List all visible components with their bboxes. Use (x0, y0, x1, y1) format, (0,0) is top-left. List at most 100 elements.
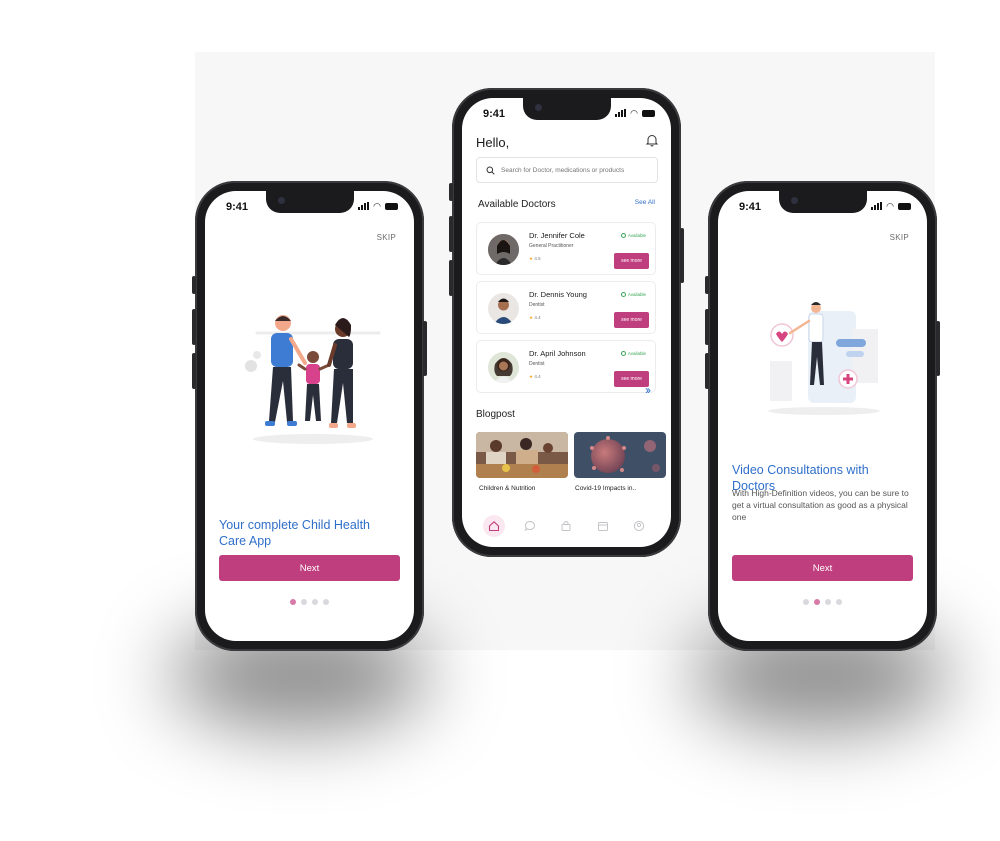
search-input[interactable] (501, 166, 651, 174)
status-icons: ◠ (358, 201, 398, 211)
side-button (449, 260, 453, 296)
page-indicator (718, 599, 927, 605)
status-time: 9:41 (483, 108, 506, 120)
availability-label: Available (627, 233, 646, 238)
star-icon: ★ (529, 374, 534, 379)
signal-icon (871, 202, 883, 210)
chat-icon (524, 520, 536, 532)
side-button (449, 216, 453, 252)
bell-icon[interactable] (645, 133, 659, 147)
wifi-icon: ◠ (373, 201, 381, 211)
side-button (705, 309, 709, 345)
screen: 9:41 ◠ SKIP Your complete Child Health C… (205, 191, 414, 641)
status-icons: ◠ (615, 108, 655, 118)
search-icon (486, 166, 495, 175)
skip-button[interactable]: SKIP (890, 233, 909, 242)
availability-label: Available (627, 292, 646, 297)
battery-icon (898, 202, 911, 210)
onboarding-description: With High-Definition videos, you can be … (732, 488, 909, 522)
page-dot[interactable] (301, 599, 307, 605)
see-more-button[interactable]: see more (614, 312, 649, 328)
available-dot-icon (620, 233, 626, 238)
star-icon: ★ (529, 315, 534, 320)
tab-chat[interactable] (519, 515, 541, 537)
see-all-link[interactable]: See All (635, 199, 655, 206)
notch (265, 191, 354, 213)
status-time: 9:41 (739, 201, 762, 213)
availability-badge: Available (620, 351, 646, 356)
page-dot[interactable] (814, 599, 820, 605)
doctor-avatar (488, 352, 519, 383)
family-meal-photo (476, 432, 568, 478)
calendar-icon (597, 522, 608, 531)
doctor-card[interactable]: Dr. Dennis Young Dentist ★ 4.4 Available… (476, 281, 656, 334)
notch (522, 98, 611, 120)
page-indicator (205, 599, 414, 605)
rating-value: 4.5 (534, 256, 541, 261)
status-time: 9:41 (226, 201, 249, 213)
doctor-photo (488, 293, 519, 324)
doctor-name: Dr. Jennifer Cole (529, 231, 585, 240)
virus-photo (574, 432, 666, 478)
doctor-name: Dr. April Johnson (529, 349, 586, 358)
availability-badge: Available (620, 233, 646, 238)
side-button (705, 353, 709, 389)
see-more-button[interactable]: see more (614, 371, 649, 387)
onboarding-title: Your complete Child Health Care App (219, 518, 371, 548)
see-more-button[interactable]: see more (614, 253, 649, 269)
page-dot[interactable] (323, 599, 329, 605)
search-bar[interactable] (476, 157, 658, 183)
page-dot[interactable] (803, 599, 809, 605)
tab-calendar[interactable] (592, 515, 614, 537)
doctor-photo (488, 352, 519, 383)
phone-onboarding-right: 9:41 ◠ SKIP Video Consultations with Doc… (705, 181, 940, 651)
availability-label: Available (627, 351, 646, 356)
side-button (423, 321, 427, 376)
doctor-card[interactable]: Dr. April Johnson Dentist ★ 4.4 Availabl… (476, 340, 656, 393)
side-button (705, 276, 709, 294)
wifi-icon: ◠ (630, 108, 638, 118)
blogpost-title: Blogpost (476, 409, 515, 420)
blog-card-image[interactable] (574, 432, 666, 478)
tab-profile[interactable] (628, 515, 650, 537)
available-dot-icon (620, 292, 626, 297)
side-button (936, 321, 940, 376)
tab-shop[interactable] (555, 515, 577, 537)
wifi-icon: ◠ (886, 201, 894, 211)
notch (778, 191, 867, 213)
video-consultation-illustration (768, 302, 880, 415)
doctor-specialty: General Practitioner (529, 243, 574, 249)
battery-icon (385, 202, 398, 210)
doctor-avatar (488, 293, 519, 324)
blog-caption: Covid-19 Impacts in.. (575, 485, 637, 492)
status-icons: ◠ (871, 201, 911, 211)
next-button[interactable]: Next (219, 555, 400, 581)
doctor-name: Dr. Dennis Young (529, 290, 587, 299)
rating-value: 4.4 (534, 315, 541, 320)
doctor-rating: ★ 4.5 (529, 256, 541, 262)
family-illustration (245, 315, 381, 444)
double-chevron-right-icon[interactable]: ›› (645, 383, 651, 397)
home-icon (489, 521, 500, 532)
doctor-specialty: Dentist (529, 361, 545, 367)
doctor-rating: ★ 4.4 (529, 374, 541, 380)
tab-home[interactable] (483, 515, 506, 537)
skip-button[interactable]: SKIP (377, 233, 396, 242)
page-dot[interactable] (825, 599, 831, 605)
screen: 9:41 ◠ SKIP Video Consultations with Doc… (718, 191, 927, 641)
doctor-specialty: Dentist (529, 302, 545, 308)
side-button (192, 309, 196, 345)
page-dot[interactable] (312, 599, 318, 605)
battery-icon (642, 109, 655, 117)
page-dot[interactable] (836, 599, 842, 605)
signal-icon (615, 109, 627, 117)
blog-card-image[interactable] (476, 432, 568, 478)
next-button[interactable]: Next (732, 555, 913, 581)
blog-caption: Children & Nutrition (479, 485, 536, 492)
bottom-tab-bar (462, 511, 671, 541)
doctor-card[interactable]: Dr. Jennifer Cole General Practitioner ★… (476, 222, 656, 275)
profile-icon (633, 520, 644, 532)
doctor-photo (488, 234, 519, 265)
side-button (192, 353, 196, 389)
page-dot[interactable] (290, 599, 296, 605)
